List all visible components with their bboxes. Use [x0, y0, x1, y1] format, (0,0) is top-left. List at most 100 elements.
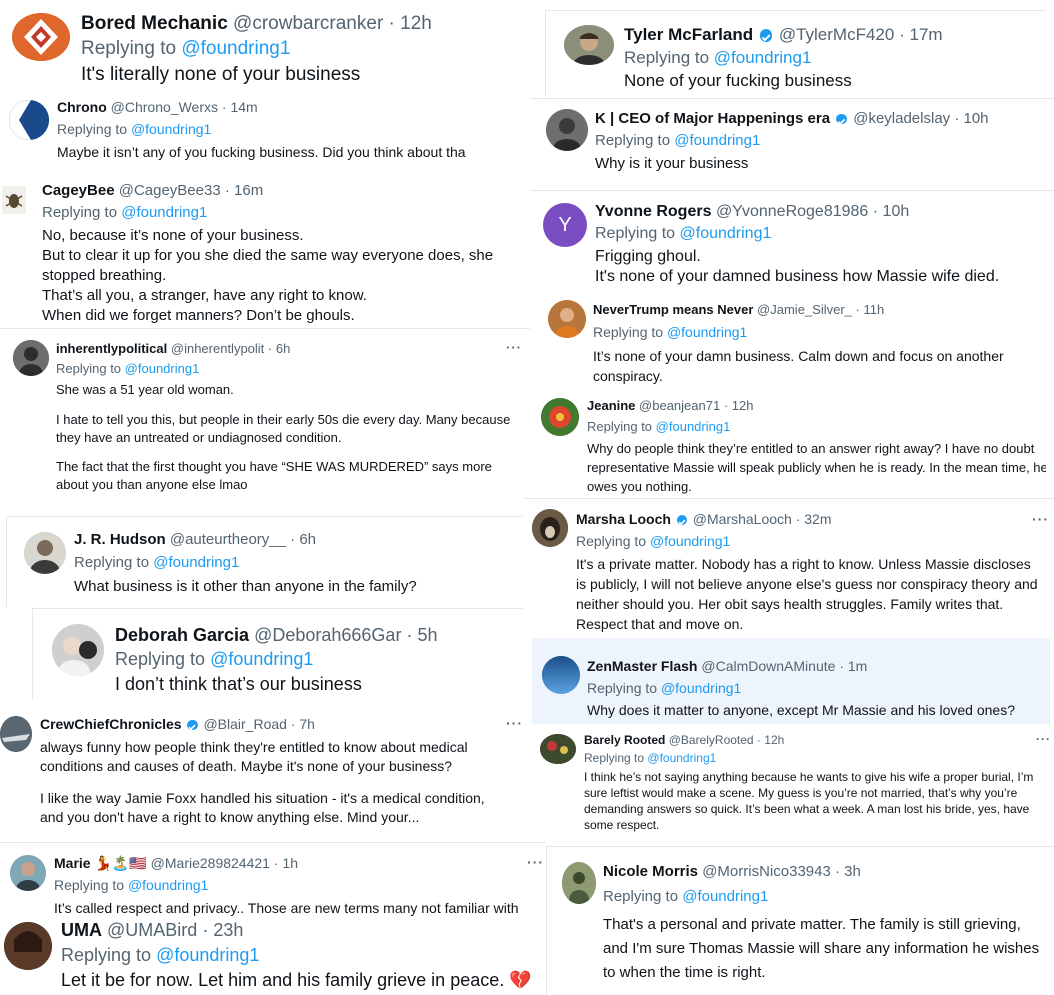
avatar[interactable] [562, 862, 596, 904]
author-name[interactable]: Marsha Looch [576, 511, 671, 527]
tweet-card[interactable]: CrewChiefChronicles @Blair_Road · 7h ···… [0, 704, 530, 840]
mention-link[interactable]: @foundring1 [680, 225, 772, 242]
author-handle[interactable]: @CalmDownAMinute [701, 658, 835, 674]
avatar[interactable] [542, 656, 580, 694]
more-options-button[interactable]: ··· [506, 715, 523, 731]
timestamp[interactable]: 32m [804, 511, 831, 527]
timestamp[interactable]: 16m [234, 182, 263, 199]
avatar[interactable] [564, 25, 614, 65]
author-name[interactable]: UMA [61, 920, 102, 940]
author-handle[interactable]: @TylerMcF420 [779, 25, 895, 44]
author-handle[interactable]: @keyladelslay [853, 110, 950, 127]
mention-link[interactable]: @foundring1 [682, 888, 768, 905]
timestamp[interactable]: 10h [964, 110, 989, 127]
timestamp[interactable]: 6h [276, 341, 290, 356]
timestamp[interactable]: 12h [400, 13, 432, 34]
avatar[interactable] [24, 532, 66, 574]
tweet-card[interactable]: Tyler McFarland @TylerMcF420 · 17m Reply… [545, 10, 1046, 97]
tweet-card[interactable]: Barely Rooted @BarelyRooted · 12h ··· Re… [532, 726, 1054, 840]
timestamp[interactable]: 6h [299, 531, 316, 548]
more-options-button[interactable]: ··· [1036, 732, 1051, 746]
author-name[interactable]: Barely Rooted [584, 733, 665, 747]
author-handle[interactable]: @Deborah666Gar [254, 625, 401, 645]
author-name[interactable]: J. R. Hudson [74, 531, 166, 548]
author-name[interactable]: Jeanine [587, 398, 635, 413]
timestamp[interactable]: 10h [883, 203, 910, 220]
timestamp[interactable]: 11h [863, 302, 884, 317]
mention-link[interactable]: @foundring1 [210, 649, 313, 669]
tweet-card[interactable]: Marsha Looch @MarshaLooch · 32m ··· Repl… [524, 498, 1054, 637]
mention-link[interactable]: @foundring1 [156, 945, 259, 965]
tweet-card[interactable]: Bored Mechanic @crowbarcranker · 12h Rep… [0, 0, 530, 90]
avatar[interactable] [52, 624, 104, 676]
author-name[interactable]: Bored Mechanic [81, 13, 228, 34]
author-handle[interactable]: @inherentlypolit [171, 341, 264, 356]
timestamp[interactable]: 12h [732, 398, 754, 413]
more-options-button[interactable]: ··· [506, 340, 522, 355]
mention-link[interactable]: @foundring1 [650, 533, 730, 549]
timestamp[interactable]: 1m [848, 658, 867, 674]
mention-link[interactable]: @foundring1 [181, 38, 290, 59]
author-name[interactable]: Marie 💃🏝️🇺🇸 [54, 855, 147, 871]
timestamp[interactable]: 23h [213, 920, 243, 940]
avatar[interactable] [540, 734, 576, 764]
mention-link[interactable]: @foundring1 [667, 324, 747, 340]
author-handle[interactable]: @MarshaLooch [693, 511, 792, 527]
tweet-card[interactable]: Y Yvonne Rogers @YvonneRoge81986 · 10h R… [530, 190, 1054, 291]
avatar[interactable] [532, 509, 568, 547]
avatar[interactable] [4, 922, 52, 970]
tweet-card[interactable]: Nicole Morris @MorrisNico33943 · 3h Repl… [546, 846, 1054, 995]
mention-link[interactable]: @foundring1 [647, 751, 716, 765]
timestamp[interactable]: 5h [417, 625, 437, 645]
tweet-card[interactable]: NeverTrump means Never @Jamie_Silver_ · … [540, 292, 1054, 390]
timestamp[interactable]: 14m [230, 99, 257, 115]
author-name[interactable]: Yvonne Rogers [595, 203, 711, 220]
timestamp[interactable]: 7h [299, 716, 315, 732]
tweet-card[interactable]: Deborah Garcia @Deborah666Gar · 5h Reply… [32, 608, 523, 699]
avatar[interactable] [10, 855, 46, 891]
mention-link[interactable]: @foundring1 [153, 554, 239, 571]
tweet-card[interactable]: Marie 💃🏝️🇺🇸 @Marie289824421 · 1h ··· Rep… [0, 842, 545, 921]
mention-link[interactable]: @foundring1 [128, 877, 208, 893]
author-name[interactable]: Chrono [57, 99, 107, 115]
author-handle[interactable]: @UMABird [107, 920, 197, 940]
author-name[interactable]: K | CEO of Major Happenings era [595, 110, 830, 127]
mention-link[interactable]: @foundring1 [121, 204, 207, 221]
timestamp[interactable]: 17m [909, 25, 942, 44]
author-name[interactable]: CageyBee [42, 182, 115, 199]
author-handle[interactable]: @Blair_Road [203, 716, 286, 732]
avatar[interactable] [12, 13, 70, 61]
mention-link[interactable]: @foundring1 [714, 48, 812, 67]
avatar[interactable]: Y [543, 203, 587, 247]
more-options-button[interactable]: ··· [527, 854, 544, 870]
tweet-card[interactable]: K | CEO of Major Happenings era @keylade… [530, 98, 1054, 189]
timestamp[interactable]: 3h [844, 863, 861, 880]
author-handle[interactable]: @Jamie_Silver_ [757, 302, 852, 317]
tweet-card[interactable]: UMA @UMABird · 23h Replying to @foundrin… [0, 916, 545, 994]
mention-link[interactable]: @foundring1 [656, 419, 731, 434]
mention-link[interactable]: @foundring1 [674, 132, 760, 149]
author-handle[interactable]: @crowbarcranker [233, 13, 383, 34]
tweet-card[interactable]: Jeanine @beanjean71 · 12h Replying to @f… [530, 392, 1046, 496]
author-name[interactable]: CrewChiefChronicles [40, 716, 182, 732]
author-name[interactable]: NeverTrump means Never [593, 302, 753, 317]
avatar[interactable] [13, 340, 49, 376]
author-handle[interactable]: @Marie289824421 [151, 855, 270, 871]
mention-link[interactable]: @foundring1 [125, 361, 200, 376]
tweet-card-highlighted[interactable]: ZenMaster Flash @CalmDownAMinute · 1m Re… [532, 638, 1050, 724]
timestamp[interactable]: 1h [282, 855, 298, 871]
avatar[interactable] [0, 716, 32, 752]
tweet-card[interactable]: CageyBee @CageyBee33 · 16m Replying to @… [0, 172, 530, 328]
author-handle[interactable]: @beanjean71 [639, 398, 720, 413]
author-handle[interactable]: @YvonneRoge81986 [716, 203, 868, 220]
timestamp[interactable]: 12h [764, 733, 784, 747]
mention-link[interactable]: @foundring1 [131, 121, 211, 137]
author-handle[interactable]: @CageyBee33 [119, 182, 221, 199]
tweet-card[interactable]: Chrono @Chrono_Werxs · 14m Replying to @… [0, 90, 520, 172]
mention-link[interactable]: @foundring1 [661, 680, 741, 696]
tweet-card[interactable]: J. R. Hudson @auteurtheory__ · 6h Replyi… [6, 516, 523, 607]
author-handle[interactable]: @Chrono_Werxs [111, 99, 218, 115]
author-name[interactable]: Deborah Garcia [115, 625, 249, 645]
author-handle[interactable]: @auteurtheory__ [170, 531, 286, 548]
author-handle[interactable]: @MorrisNico33943 [702, 863, 831, 880]
